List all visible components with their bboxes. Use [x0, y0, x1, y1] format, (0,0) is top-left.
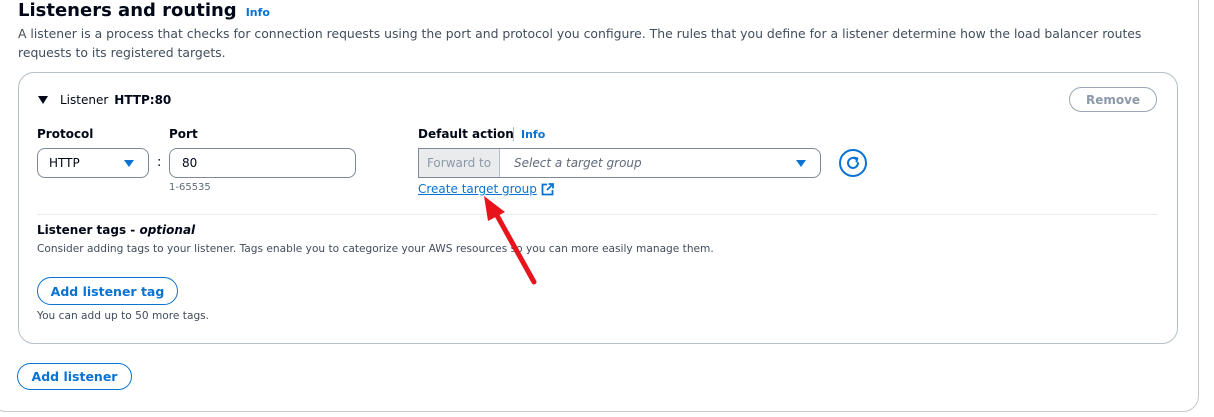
protocol-label: Protocol: [37, 127, 94, 141]
port-label: Port: [169, 127, 198, 141]
external-link-icon: [541, 182, 554, 195]
listener-expand-toggle[interactable]: Listener HTTP:80: [38, 93, 171, 107]
triangle-down-icon: [796, 160, 806, 167]
forward-to-addon: Forward to: [419, 149, 500, 177]
remove-listener-button[interactable]: Remove: [1069, 87, 1157, 112]
protocol-port-separator: :: [157, 155, 162, 170]
caret-down-icon: [38, 96, 48, 104]
section-info-link[interactable]: Info: [246, 6, 270, 19]
refresh-target-groups-button[interactable]: [839, 149, 867, 177]
tags-title-optional: optional: [139, 223, 196, 237]
listener-tags-title: Listener tags - optional: [37, 223, 195, 237]
create-target-group-link[interactable]: Create target group: [418, 182, 554, 196]
listener-tags-description: Consider adding tags to your listener. T…: [37, 243, 714, 255]
triangle-down-icon: [124, 160, 134, 167]
target-group-placeholder: Select a target group: [514, 156, 642, 170]
listener-card: Listener HTTP:80 Remove Protocol Port De…: [18, 72, 1178, 344]
section-title: Listeners and routing: [18, 0, 237, 21]
target-group-select[interactable]: Select a target group: [500, 149, 820, 177]
listener-header-value: HTTP:80: [114, 93, 172, 107]
port-input[interactable]: [169, 148, 356, 178]
protocol-select[interactable]: HTTP: [37, 148, 149, 178]
create-target-group-label: Create target group: [418, 182, 537, 196]
listener-header-label: Listener: [60, 93, 109, 107]
default-action-label: Default action: [418, 127, 514, 141]
refresh-icon: [847, 156, 859, 169]
tags-title-text: Listener tags -: [37, 223, 140, 237]
add-listener-button[interactable]: Add listener: [17, 363, 132, 390]
section-header: Listeners and routing Info: [18, 0, 270, 22]
label-divider: [513, 127, 514, 141]
section-description: A listener is a process that checks for …: [18, 26, 1142, 60]
default-action-group: Forward to Select a target group: [418, 148, 821, 178]
section-divider: [37, 214, 1158, 215]
tags-limit-text: You can add up to 50 more tags.: [37, 310, 210, 322]
add-listener-tag-button[interactable]: Add listener tag: [37, 277, 178, 305]
protocol-value: HTTP: [49, 156, 80, 170]
port-hint: 1-65535: [169, 182, 211, 193]
default-action-info-link[interactable]: Info: [521, 128, 545, 141]
